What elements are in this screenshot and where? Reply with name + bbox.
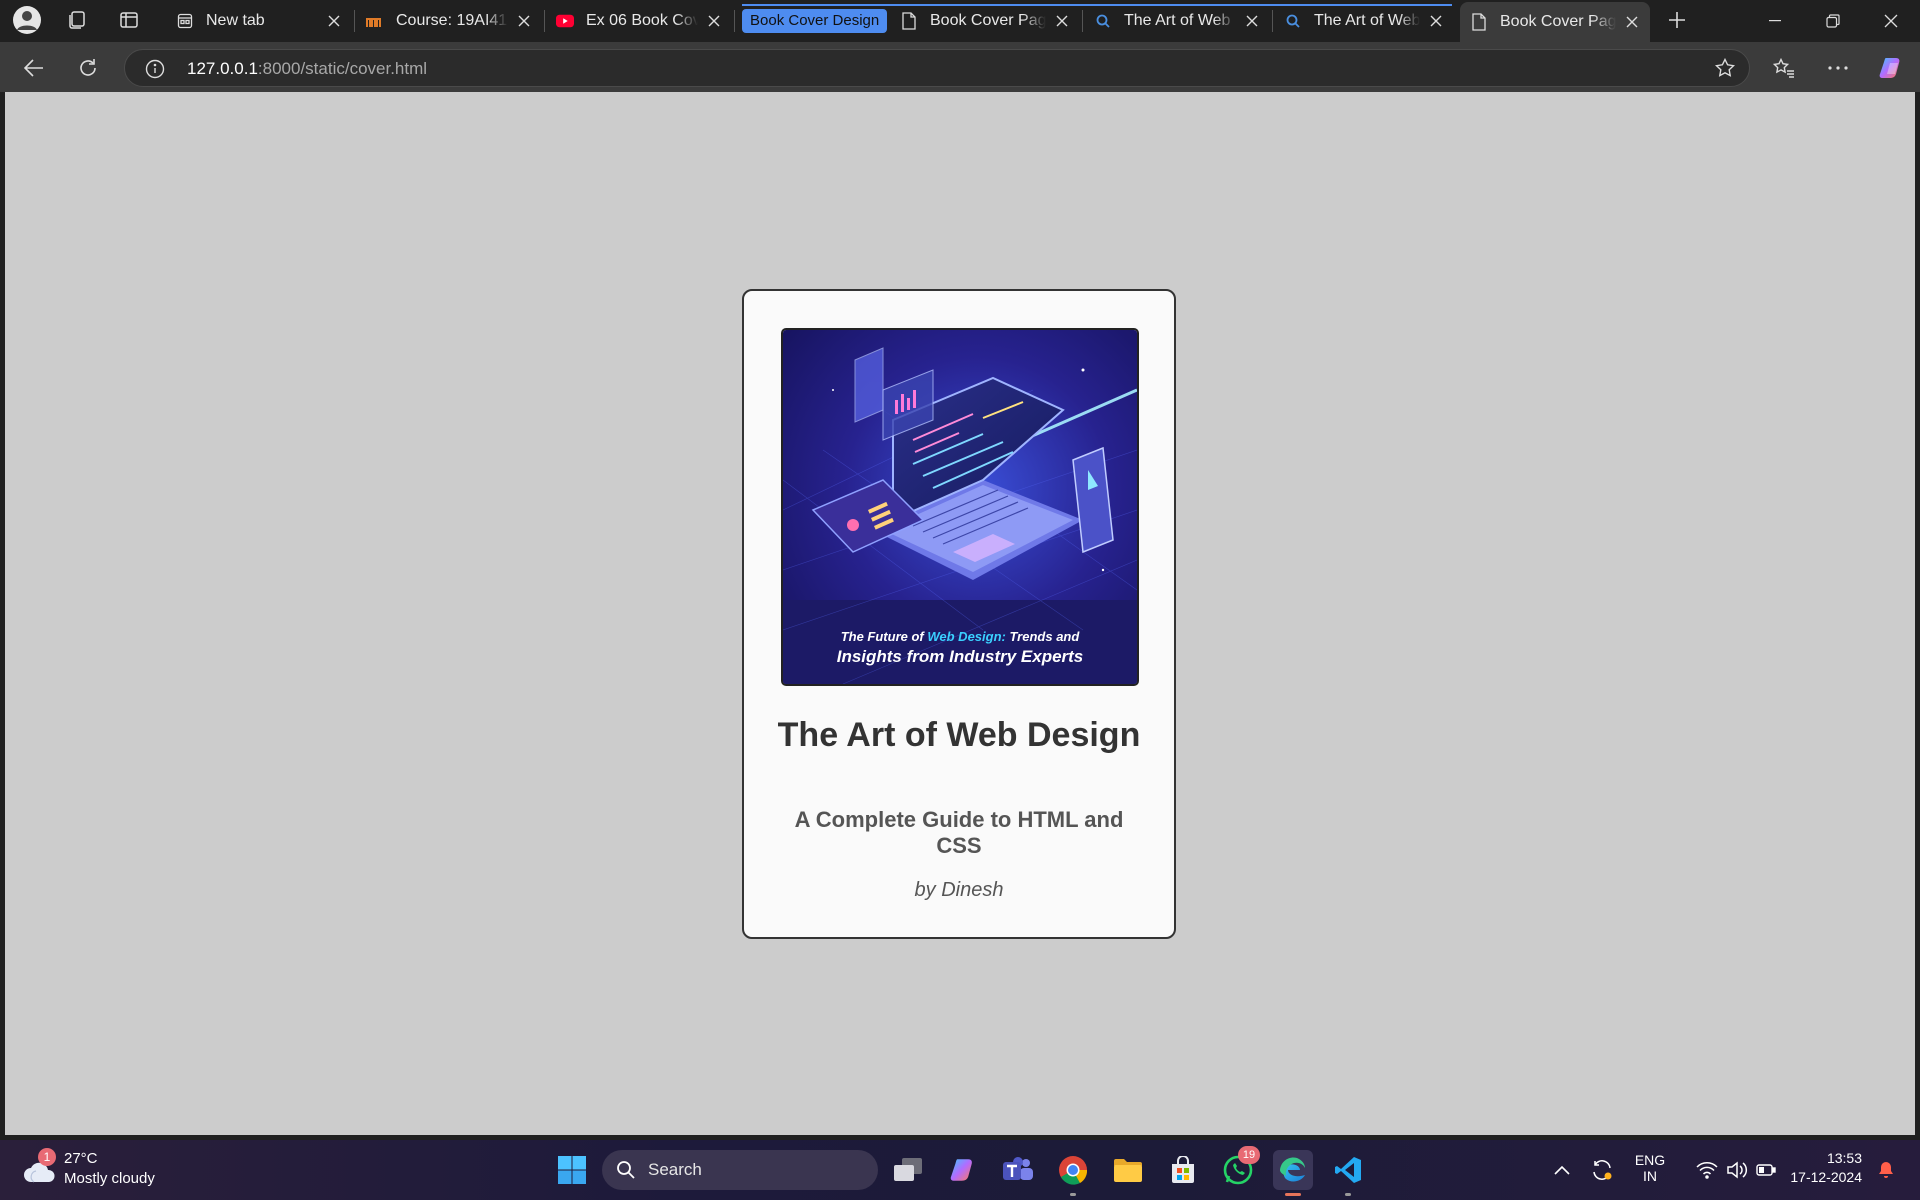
site-info-icon[interactable] <box>145 59 165 84</box>
tab-group-label[interactable]: Book Cover Design <box>742 9 888 33</box>
search-icon <box>1284 12 1302 30</box>
taskbar-search[interactable]: Search <box>602 1150 878 1190</box>
tab-new-tab[interactable]: New tab <box>166 5 352 37</box>
newtab-icon <box>176 12 194 30</box>
url-path: :8000/static/cover.html <box>257 59 428 78</box>
course-site-icon <box>366 12 384 30</box>
tab-search-result[interactable]: The Art of Web D <box>1084 5 1270 37</box>
edge-icon[interactable] <box>1273 1150 1313 1196</box>
tab-title: New tab <box>206 12 265 29</box>
teams-icon[interactable] <box>998 1150 1038 1190</box>
book-cover-image: The Future of Web Design: Trends and Ins… <box>781 328 1139 686</box>
temperature: 27°C <box>64 1150 98 1167</box>
close-tab-icon[interactable] <box>1622 12 1642 32</box>
favorite-star-icon[interactable] <box>1714 57 1736 83</box>
tab-search-result[interactable]: The Art of Web D <box>1274 5 1454 37</box>
tab-youtube[interactable]: Ex 06 Book Cover <box>546 5 732 37</box>
tab-title: Course: 19AI414- <box>396 12 508 29</box>
sync-status-icon[interactable] <box>1582 1150 1622 1190</box>
windows-logo-icon <box>558 1156 586 1184</box>
close-tab-icon[interactable] <box>704 11 724 31</box>
book-title: The Art of Web Design <box>777 716 1141 754</box>
vertical-tabs-icon[interactable] <box>114 5 144 35</box>
more-options-icon[interactable] <box>1820 50 1856 86</box>
tab-book-cover-page[interactable]: Book Cover Page <box>890 5 1080 37</box>
youtube-icon <box>556 12 574 30</box>
weather-condition: Mostly cloudy <box>64 1170 155 1187</box>
cover-image-tagline-line1: The Future of Web Design: Trends and <box>841 629 1081 644</box>
task-view-icon[interactable] <box>888 1150 928 1190</box>
clock-time: 13:53 <box>1826 1150 1862 1166</box>
chrome-icon[interactable] <box>1053 1150 1093 1196</box>
tab-course[interactable]: Course: 19AI414- <box>356 5 542 37</box>
reload-button[interactable] <box>70 50 106 86</box>
tab-title: Book Cover Page <box>1500 13 1616 30</box>
book-subtitle: A Complete Guide to HTML and CSS <box>794 807 1124 858</box>
start-button[interactable] <box>552 1150 592 1190</box>
wifi-icon <box>1696 1162 1718 1179</box>
address-bar[interactable]: 127.0.0.1:8000/static/cover.html <box>124 49 1750 87</box>
back-button[interactable] <box>16 50 52 86</box>
document-icon <box>900 12 918 30</box>
close-tab-icon[interactable] <box>514 11 534 31</box>
tab-title: Ex 06 Book Cover <box>586 12 698 29</box>
clock-date: 17-12-2024 <box>1790 1169 1862 1185</box>
book-author: by Dinesh <box>914 879 1004 901</box>
url-host: 127.0.0.1 <box>187 59 258 78</box>
clock[interactable]: 13:53 17-12-2024 <box>1782 1150 1862 1185</box>
windows-taskbar: 1 27°C Mostly cloudy Search 19 ENG IN 13… <box>0 1140 1920 1200</box>
url-text: 127.0.0.1:8000/static/cover.html <box>187 59 427 79</box>
close-tab-icon[interactable] <box>1052 11 1072 31</box>
region-code: IN <box>1643 1168 1657 1184</box>
notifications-bell-icon[interactable] <box>1868 1150 1904 1190</box>
close-tab-icon[interactable] <box>1426 11 1446 31</box>
workspaces-icon[interactable] <box>62 5 92 35</box>
cover-image-tagline-line2: Insights from Industry Experts <box>837 647 1084 666</box>
copilot-taskbar-icon[interactable] <box>944 1150 984 1190</box>
search-icon <box>616 1160 636 1185</box>
copilot-icon[interactable] <box>1874 50 1910 86</box>
search-icon <box>1094 12 1112 30</box>
new-tab-plus-icon[interactable] <box>1662 5 1692 35</box>
show-hidden-icons-chevron-icon[interactable] <box>1542 1150 1582 1190</box>
tab-strip: New tab Course: 19AI414- Ex 06 Book Cove… <box>0 0 1920 42</box>
weather-alert-badge: 1 <box>38 1148 56 1166</box>
whatsapp-icon[interactable]: 19 <box>1218 1146 1260 1190</box>
language-code: ENG <box>1634 1152 1666 1168</box>
close-tab-icon[interactable] <box>1242 11 1262 31</box>
close-window-button[interactable] <box>1862 0 1920 42</box>
microsoft-store-icon[interactable] <box>1163 1150 1203 1190</box>
favorites-icon[interactable] <box>1766 50 1802 86</box>
tab-title: The Art of Web D <box>1314 12 1420 29</box>
browser-toolbar: 127.0.0.1:8000/static/cover.html <box>0 42 1920 92</box>
whatsapp-badge: 19 <box>1238 1146 1260 1164</box>
vscode-icon[interactable] <box>1328 1150 1368 1196</box>
tab-book-cover-page-active[interactable]: Book Cover Page <box>1460 2 1650 42</box>
profile-avatar-icon[interactable] <box>12 5 42 35</box>
book-cover-card: The Future of Web Design: Trends and Ins… <box>742 289 1176 939</box>
minimize-button[interactable] <box>1746 0 1804 42</box>
language-indicator[interactable]: ENG IN <box>1628 1152 1672 1184</box>
file-explorer-icon[interactable] <box>1108 1150 1148 1190</box>
tab-title: The Art of Web D <box>1124 12 1236 29</box>
restore-button[interactable] <box>1804 0 1862 42</box>
quick-settings[interactable] <box>1676 1150 1796 1190</box>
volume-icon <box>1727 1161 1748 1179</box>
tab-title: Book Cover Page <box>930 12 1046 29</box>
document-icon <box>1470 13 1488 31</box>
page-content: The Future of Web Design: Trends and Ins… <box>5 92 1915 1135</box>
battery-icon <box>1756 1164 1776 1176</box>
close-tab-icon[interactable] <box>324 11 344 31</box>
weather-widget[interactable]: 1 27°C Mostly cloudy <box>20 1148 200 1192</box>
search-label: Search <box>648 1160 702 1179</box>
